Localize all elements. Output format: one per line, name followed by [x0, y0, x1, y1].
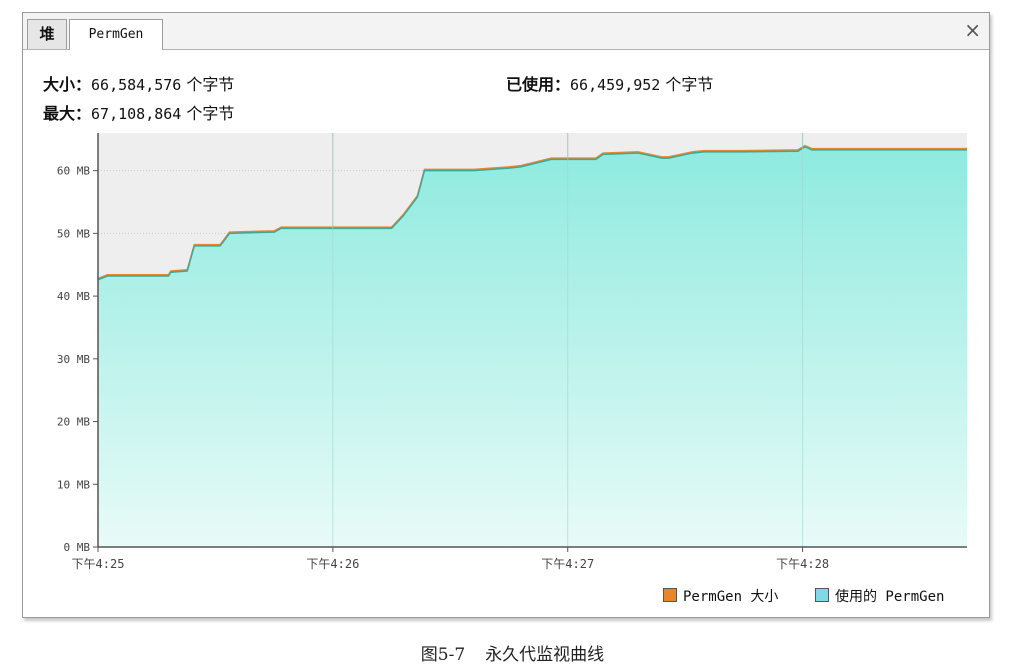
caption-text: 永久代监视曲线: [485, 645, 605, 665]
size-stat: 大小：66,584,576 个字节: [43, 71, 234, 95]
max-unit: 个字节: [186, 104, 235, 123]
y-tick-label: 10 MB: [57, 478, 90, 491]
y-tick-label: 50 MB: [57, 227, 90, 240]
max-stat: 最大：67,108,864 个字节: [43, 100, 234, 124]
permgen-chart: 0 MB 10 MB 20 MB 30 MB 40 MB 50 MB 60 MB 下午4:25…: [57, 133, 967, 571]
tab-heap[interactable]: 堆: [27, 19, 67, 49]
size-label: 大小：: [43, 75, 92, 94]
x-tick-label: 下午4:25: [72, 557, 125, 571]
size-unit: 个字节: [186, 75, 235, 94]
memory-panel: 堆 PermGen × 大小：66,584,576 个字节 最大：67,108,…: [22, 12, 990, 618]
y-tick-label: 30 MB: [57, 353, 90, 366]
used-stat: 已使用：66,459,952 个字节: [506, 71, 713, 95]
legend-used-swatch: [815, 588, 829, 602]
legend-size: PermGen 大小: [663, 586, 778, 606]
used-value: 66,459,952: [570, 76, 661, 94]
x-tick-label: 下午4:28: [776, 557, 829, 571]
x-tick-label: 下午4:27: [541, 557, 594, 571]
y-tick-label: 60 MB: [57, 165, 90, 178]
legend-size-label: PermGen 大小: [683, 589, 779, 605]
legend-size-swatch: [663, 588, 677, 602]
legend-used: 使用的 PermGen: [815, 586, 944, 606]
legend-used-label: 使用的 PermGen: [835, 589, 945, 605]
caption-number: 图5-7: [420, 645, 466, 665]
y-tick-label: 0 MB: [64, 541, 91, 554]
close-icon[interactable]: ×: [964, 19, 981, 41]
used-label: 已使用：: [506, 75, 571, 94]
tab-bar: 堆 PermGen ×: [23, 13, 989, 50]
max-value: 67,108,864: [91, 105, 182, 123]
y-tick-label: 20 MB: [57, 416, 90, 429]
tab-permgen[interactable]: PermGen: [69, 19, 163, 50]
x-tick-label: 下午4:26: [306, 557, 359, 571]
y-tick-label: 40 MB: [57, 290, 90, 303]
figure-caption: 图5-7 永久代监视曲线: [0, 640, 1025, 665]
used-unit: 个字节: [665, 75, 714, 94]
size-value: 66,584,576: [91, 76, 182, 94]
max-label: 最大：: [43, 104, 92, 123]
